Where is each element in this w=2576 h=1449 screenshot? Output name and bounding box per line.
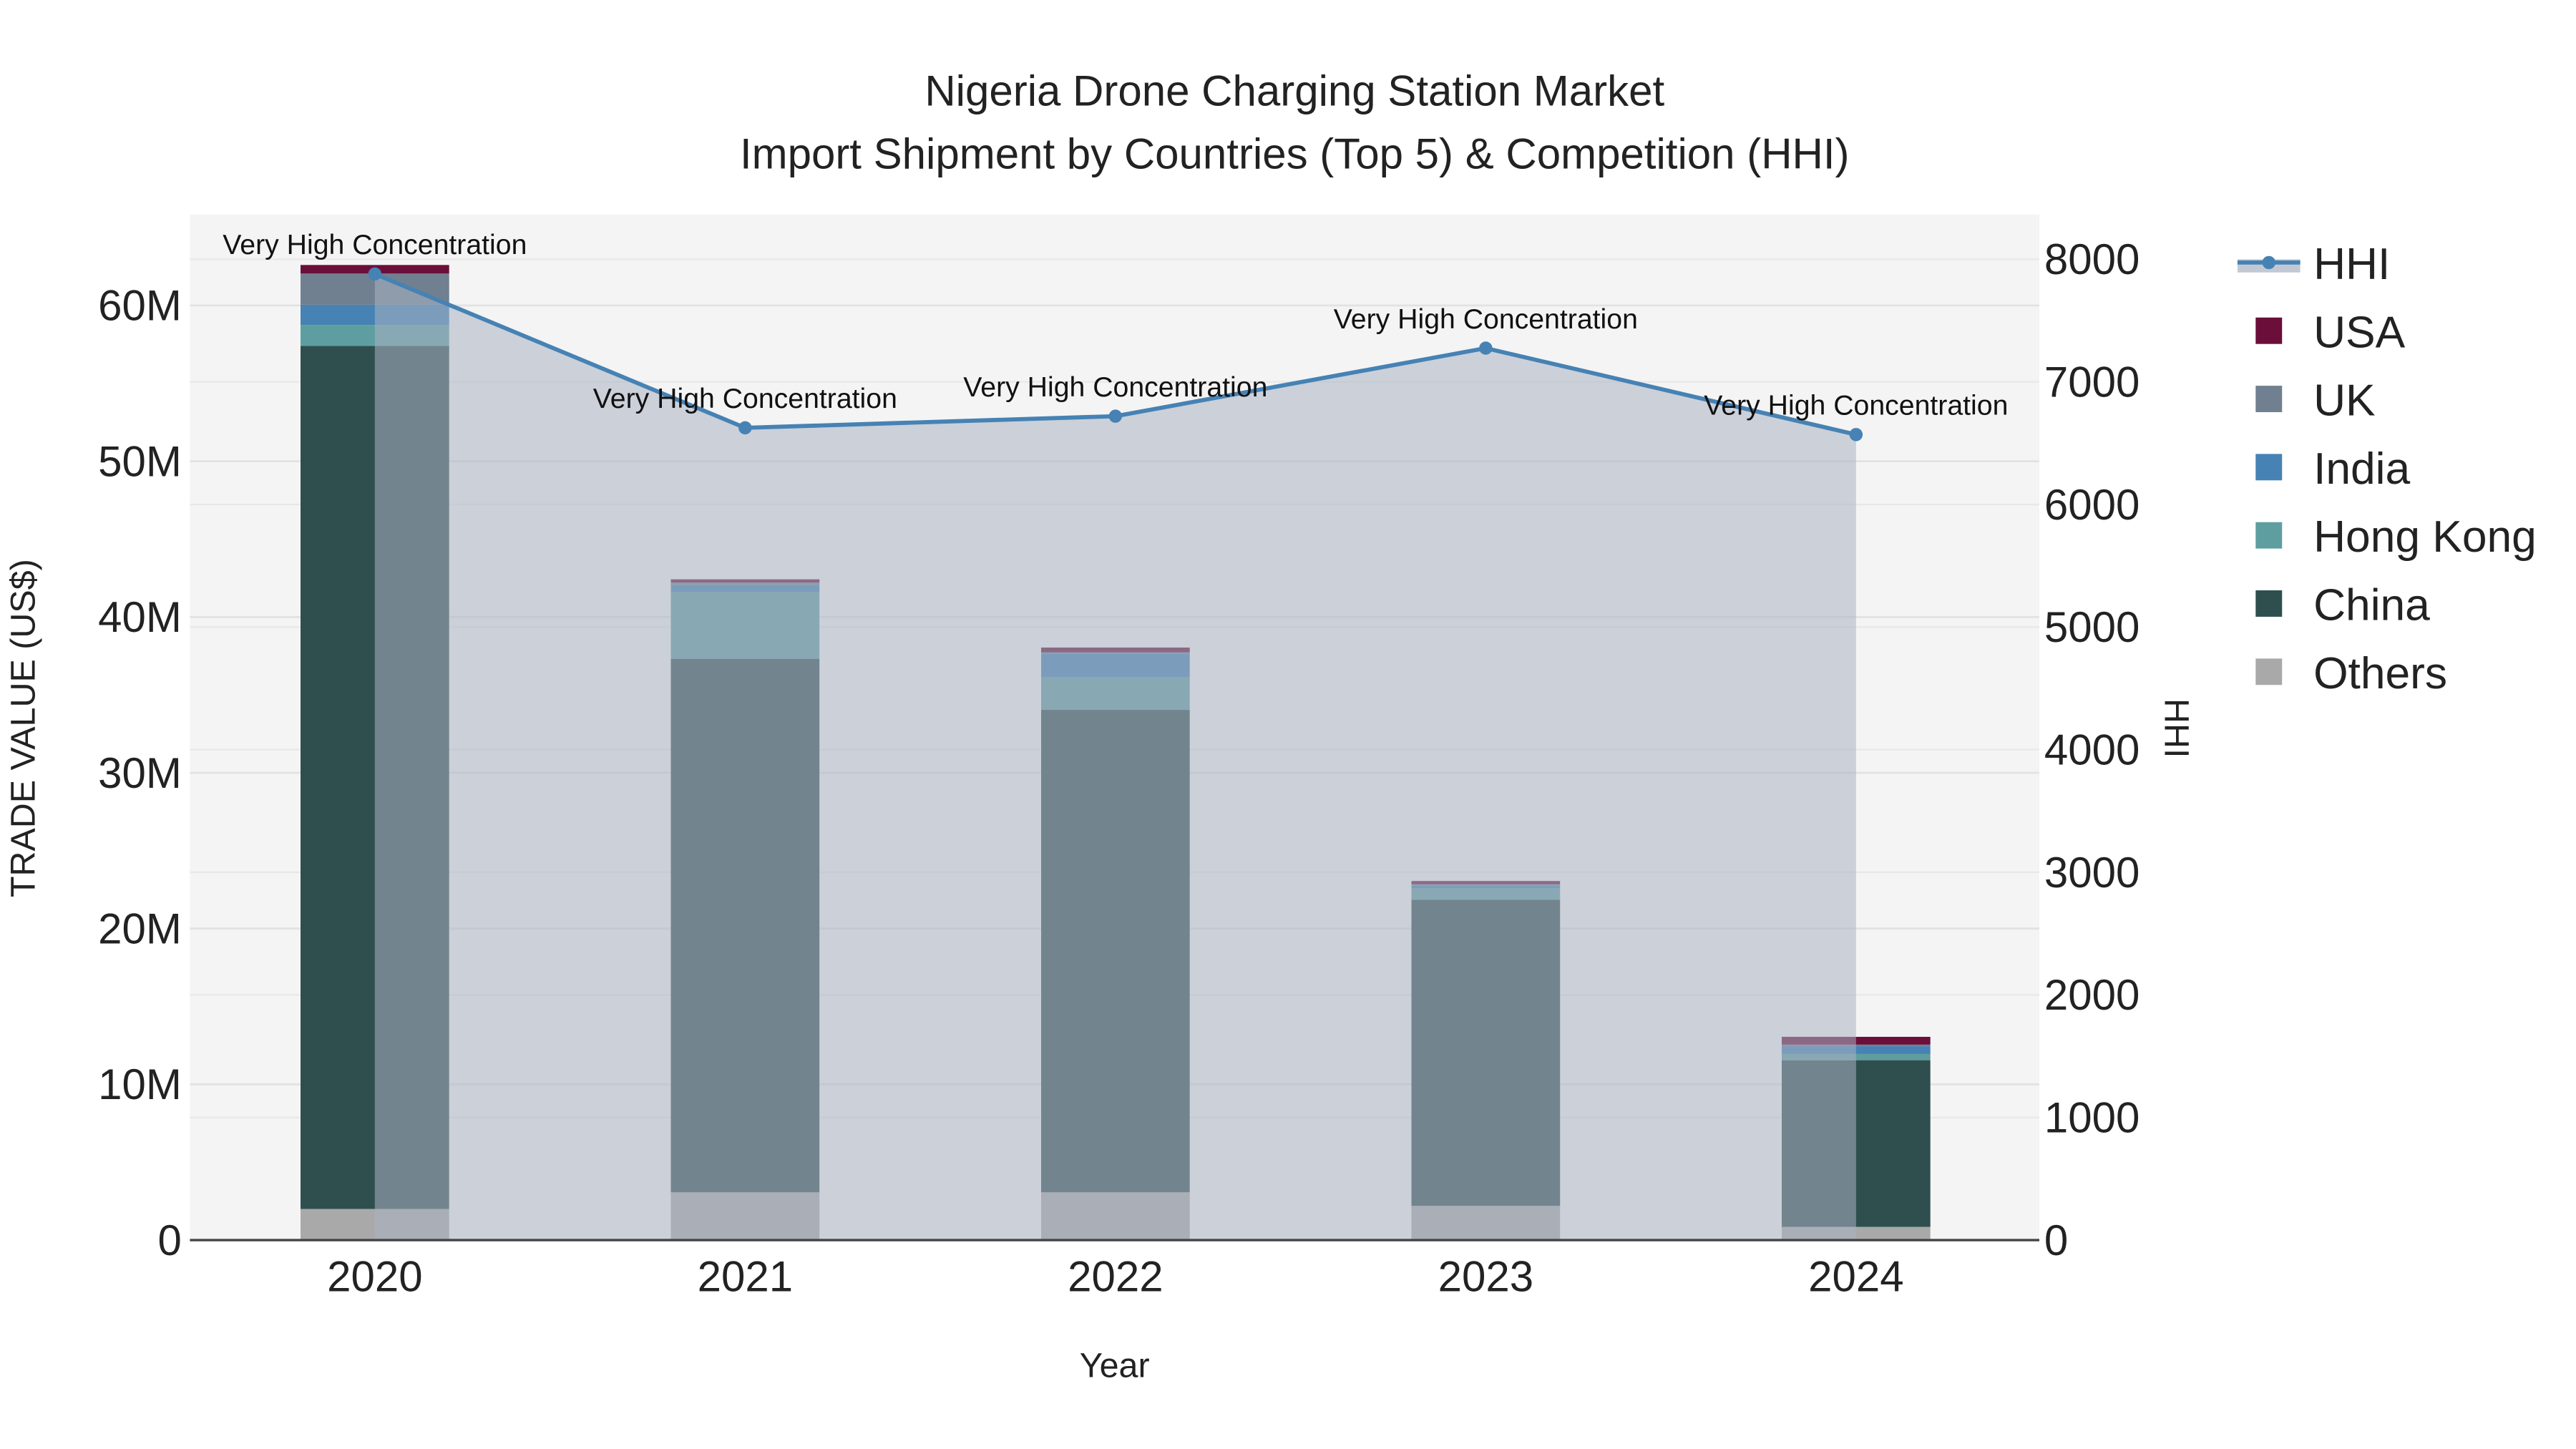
legend-item-uk[interactable]: UK (2313, 376, 2376, 426)
x-tick-label: 2023 (1438, 1253, 1533, 1301)
chart-subtitle: Import Shipment by Countries (Top 5) & C… (740, 130, 1850, 177)
hhi-annotation: Very High Concentration (963, 371, 1267, 403)
y-tick-label: 10M (98, 1060, 182, 1108)
x-tick-label: 2022 (1068, 1253, 1163, 1301)
hhi-annotation: Very High Concentration (223, 229, 527, 260)
y-tick-label: 40M (98, 593, 182, 641)
hhi-point-2022[interactable] (1108, 409, 1123, 423)
y2-tick-label: 6000 (2044, 481, 2140, 529)
y2-tick-label: 3000 (2044, 849, 2140, 897)
legend-swatch-china (2255, 590, 2283, 617)
legend-item-china[interactable]: China (2313, 581, 2430, 630)
legend-swatch-india (2255, 454, 2283, 481)
legend-swatch-usa (2255, 317, 2283, 344)
legend-swatch-others (2255, 658, 2283, 686)
x-tick-label: 2024 (1808, 1253, 1903, 1301)
y2-axis-title: HHI (2157, 698, 2195, 758)
y2-tick-label: 7000 (2044, 358, 2140, 406)
hhi-point-2020[interactable] (368, 267, 382, 281)
hhi-annotation: Very High Concentration (1334, 303, 1638, 335)
x-tick-label: 2020 (327, 1253, 422, 1301)
y-tick-label: 50M (98, 437, 182, 485)
y2-tick-label: 4000 (2044, 726, 2140, 774)
legend-item-hong-kong[interactable]: Hong Kong (2313, 512, 2537, 562)
y-tick-label: 60M (98, 282, 182, 330)
hhi-annotation: Very High Concentration (593, 383, 897, 414)
chart-title: Nigeria Drone Charging Station Market (924, 67, 1664, 115)
hhi-point-2024[interactable] (1849, 428, 1863, 441)
hhi-point-2023[interactable] (1479, 341, 1493, 355)
chart: Very High Concentration Very High Concent… (4, 67, 2537, 1385)
x-tick-label: 2021 (698, 1253, 793, 1301)
hhi-annotation: Very High Concentration (1704, 390, 2008, 421)
y-axis-title: TRADE VALUE (US$) (4, 559, 42, 897)
legend-swatch-hhi-marker (2262, 255, 2275, 270)
hhi-point-2021[interactable] (738, 421, 752, 435)
y-tick-label: 20M (98, 904, 182, 952)
y-tick-label: 30M (98, 749, 182, 797)
y2-tick-label: 1000 (2044, 1094, 2140, 1142)
y2-tick-label: 5000 (2044, 603, 2140, 651)
legend-swatch-uk (2255, 386, 2283, 412)
legend-item-india[interactable]: India (2313, 444, 2410, 494)
y2-tick-label: 0 (2044, 1216, 2068, 1264)
y-tick-label: 0 (157, 1216, 181, 1264)
y2-tick-label: 2000 (2044, 971, 2140, 1019)
legend-item-hhi[interactable]: HHI (2313, 240, 2390, 289)
legend-item-others[interactable]: Others (2313, 649, 2447, 698)
legend-item-usa[interactable]: USA (2313, 308, 2406, 357)
y2-tick-label: 8000 (2044, 235, 2140, 283)
legend-swatch-hong-kong (2255, 522, 2283, 549)
x-axis-title: Year (1080, 1347, 1150, 1385)
